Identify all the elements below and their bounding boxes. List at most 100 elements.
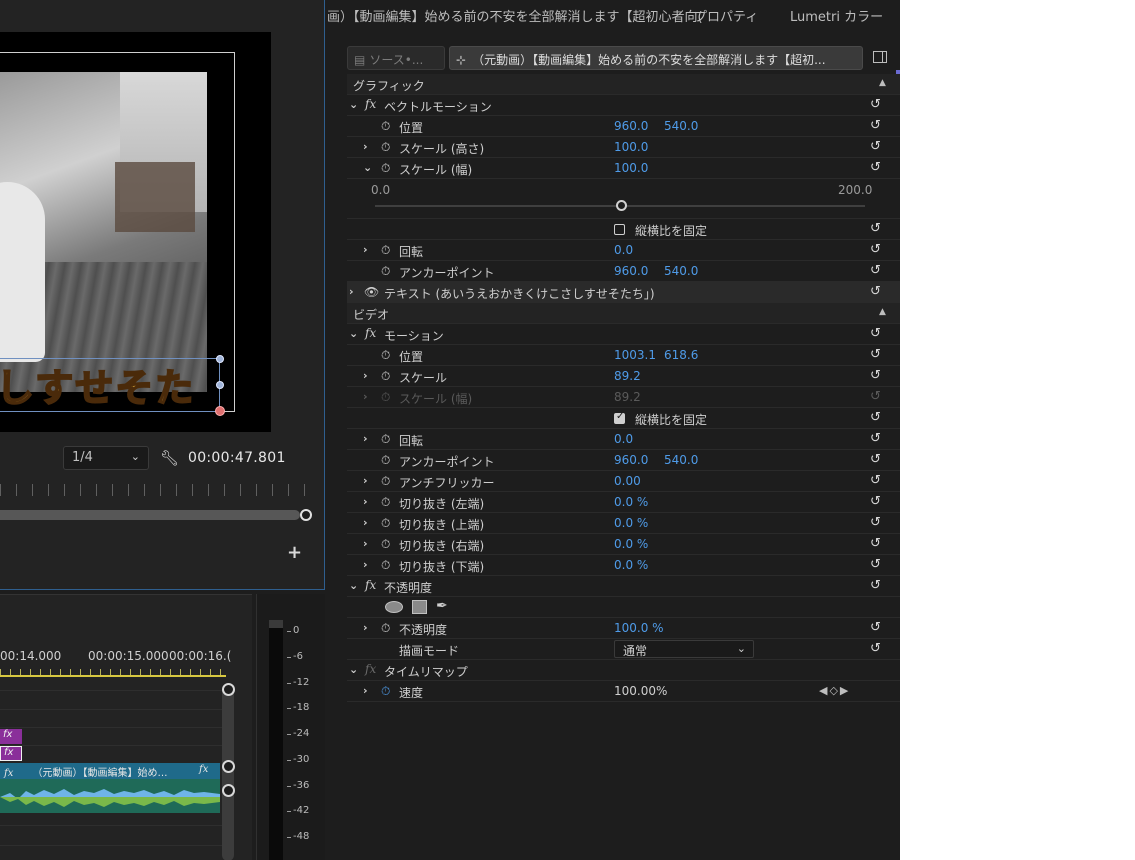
uniform-scale-checkbox[interactable]	[614, 224, 625, 235]
reset-icon[interactable]: ↺	[870, 473, 881, 488]
chevron-right-icon[interactable]: ›	[363, 243, 368, 256]
crop-top-value[interactable]: 0.0 %	[614, 516, 648, 530]
reset-icon[interactable]: ↺	[870, 452, 881, 467]
stopwatch-active-icon[interactable]: ⏱	[381, 684, 390, 699]
reset-icon[interactable]: ↺	[870, 368, 881, 383]
reset-icon[interactable]: ↺	[870, 410, 881, 425]
reset-icon[interactable]: ↺	[870, 97, 881, 112]
fx-icon[interactable]: fx	[365, 326, 376, 340]
anchor-y-value[interactable]: 540.0	[664, 453, 698, 467]
stopwatch-icon[interactable]: ⏱	[381, 474, 390, 489]
reset-icon[interactable]: ↺	[870, 221, 881, 236]
reset-icon[interactable]: ↺	[870, 557, 881, 572]
stopwatch-icon[interactable]: ⏱	[381, 516, 390, 531]
scroll-handle[interactable]	[222, 784, 235, 797]
stopwatch-icon[interactable]: ⏱	[381, 161, 390, 176]
rectangle-mask-icon[interactable]	[412, 600, 427, 614]
crop-bottom-value[interactable]: 0.0 %	[614, 558, 648, 572]
effect-motion[interactable]: ⌄ fx モーション ↺	[347, 324, 900, 345]
chevron-down-icon[interactable]: ⌄	[349, 327, 358, 340]
position-x-value[interactable]: 960.0	[614, 119, 648, 133]
stopwatch-icon[interactable]: ⏱	[381, 369, 390, 384]
fx-icon[interactable]: fx	[365, 97, 376, 111]
pen-mask-icon[interactable]: ✒	[436, 598, 448, 614]
chevron-right-icon[interactable]: ›	[363, 140, 368, 153]
crop-right-value[interactable]: 0.0 %	[614, 537, 648, 551]
chevron-right-icon[interactable]: ›	[363, 516, 368, 529]
stopwatch-icon[interactable]: ⏱	[381, 621, 390, 636]
scale-width-value[interactable]: 100.0	[614, 161, 648, 175]
stopwatch-icon[interactable]: ⏱	[381, 264, 390, 279]
crop-left-value[interactable]: 0.0 %	[614, 495, 648, 509]
stopwatch-icon[interactable]: ⏱	[381, 432, 390, 447]
anchor-y-value[interactable]: 540.0	[664, 264, 698, 278]
transform-handle[interactable]	[216, 355, 224, 363]
graphic-clip-selected[interactable]: fx	[0, 746, 22, 761]
effect-time-remapping[interactable]: ⌄ fx タイムリマップ	[347, 660, 900, 681]
chevron-right-icon[interactable]: ›	[363, 621, 368, 634]
uniform-scale-checkbox[interactable]	[614, 411, 625, 424]
chevron-right-icon[interactable]: ›	[363, 432, 368, 445]
reset-icon[interactable]: ↺	[870, 347, 881, 362]
keyframe-navigator[interactable]: ◀◇▶	[819, 684, 850, 697]
collapse-up-icon[interactable]: ▲	[879, 307, 886, 317]
opacity-value[interactable]: 100.0 %	[614, 621, 664, 635]
chevron-down-icon[interactable]: ⌄	[349, 579, 358, 592]
chevron-right-icon[interactable]: ›	[363, 495, 368, 508]
anchor-x-value[interactable]: 960.0	[614, 453, 648, 467]
ellipse-mask-icon[interactable]	[385, 601, 403, 613]
stopwatch-icon[interactable]: ⏱	[381, 243, 390, 258]
reset-icon[interactable]: ↺	[870, 620, 881, 635]
text-layer-row[interactable]: › 👁︎ テキスト (あいうえおかきくけこさしすせそたち｣) ↺	[347, 282, 900, 303]
position-x-value[interactable]: 1003.1	[614, 348, 656, 362]
rotation-value[interactable]: 0.0	[614, 432, 633, 446]
reset-icon[interactable]: ↺	[870, 160, 881, 175]
graphic-clip[interactable]: fx	[0, 729, 22, 744]
fx-icon[interactable]: fx	[365, 662, 376, 676]
video-clip[interactable]: fx （元動画）【動画編集】始め… fx	[0, 763, 220, 779]
scale-height-value[interactable]: 100.0	[614, 140, 648, 154]
reset-icon[interactable]: ↺	[870, 263, 881, 278]
fx-icon[interactable]: fx	[365, 578, 376, 592]
reset-icon[interactable]: ↺	[870, 431, 881, 446]
speed-value[interactable]: 100.00%	[614, 684, 667, 698]
stopwatch-icon[interactable]: ⏱	[381, 558, 390, 573]
reset-icon[interactable]: ↺	[870, 139, 881, 154]
reset-icon[interactable]: ↺	[870, 578, 881, 593]
scale-value[interactable]: 89.2	[614, 369, 641, 383]
wrench-icon[interactable]: 🔧︎	[160, 449, 179, 467]
tab-properties[interactable]: プロパティ	[694, 6, 758, 25]
stopwatch-icon[interactable]: ⏱	[381, 348, 390, 363]
eye-icon[interactable]: 👁︎	[364, 285, 379, 299]
stopwatch-icon[interactable]: ⏱	[381, 453, 390, 468]
source-clip-tab[interactable]: ▤ ソース•...	[347, 46, 445, 70]
scroll-handle[interactable]	[222, 683, 235, 696]
sequence-clip-tab[interactable]: ⊹ （元動画）【動画編集】始める前の不安を全部解消します【超初...	[449, 46, 863, 70]
chevron-right-icon[interactable]: ›	[363, 474, 368, 487]
scroll-handle[interactable]	[300, 509, 312, 521]
rotation-value[interactable]: 0.0	[614, 243, 633, 257]
collapse-up-icon[interactable]: ▲	[879, 78, 886, 88]
chevron-down-icon[interactable]: ⌄	[349, 98, 358, 111]
reset-icon[interactable]: ↺	[870, 515, 881, 530]
selection-box[interactable]	[0, 358, 220, 412]
stopwatch-icon[interactable]: ⏱	[381, 140, 390, 155]
reset-icon[interactable]: ↺	[870, 242, 881, 257]
reset-icon[interactable]: ↺	[870, 494, 881, 509]
zoom-select[interactable]: 1/4 ⌄	[63, 446, 149, 470]
add-button[interactable]: +	[287, 542, 302, 563]
position-y-value[interactable]: 540.0	[664, 119, 698, 133]
tab-effect-controls[interactable]: 画）【動画編集】始める前の不安を全部解消します【超初心者向(	[327, 6, 703, 25]
slider-thumb[interactable]	[616, 200, 627, 211]
zoom-scroll-bar[interactable]	[0, 510, 300, 520]
reset-icon[interactable]: ↺	[870, 284, 881, 299]
chevron-down-icon[interactable]: ⌄	[363, 161, 372, 174]
work-area-bar[interactable]	[0, 675, 226, 677]
chevron-down-icon[interactable]: ⌄	[349, 663, 358, 676]
scroll-handle[interactable]	[222, 760, 235, 773]
playhead-timecode[interactable]: 00:00:47.801	[188, 450, 286, 466]
chevron-right-icon[interactable]: ›	[363, 537, 368, 550]
position-y-value[interactable]: 618.6	[664, 348, 698, 362]
stopwatch-icon[interactable]: ⏱	[381, 495, 390, 510]
chevron-right-icon[interactable]: ›	[349, 285, 354, 298]
